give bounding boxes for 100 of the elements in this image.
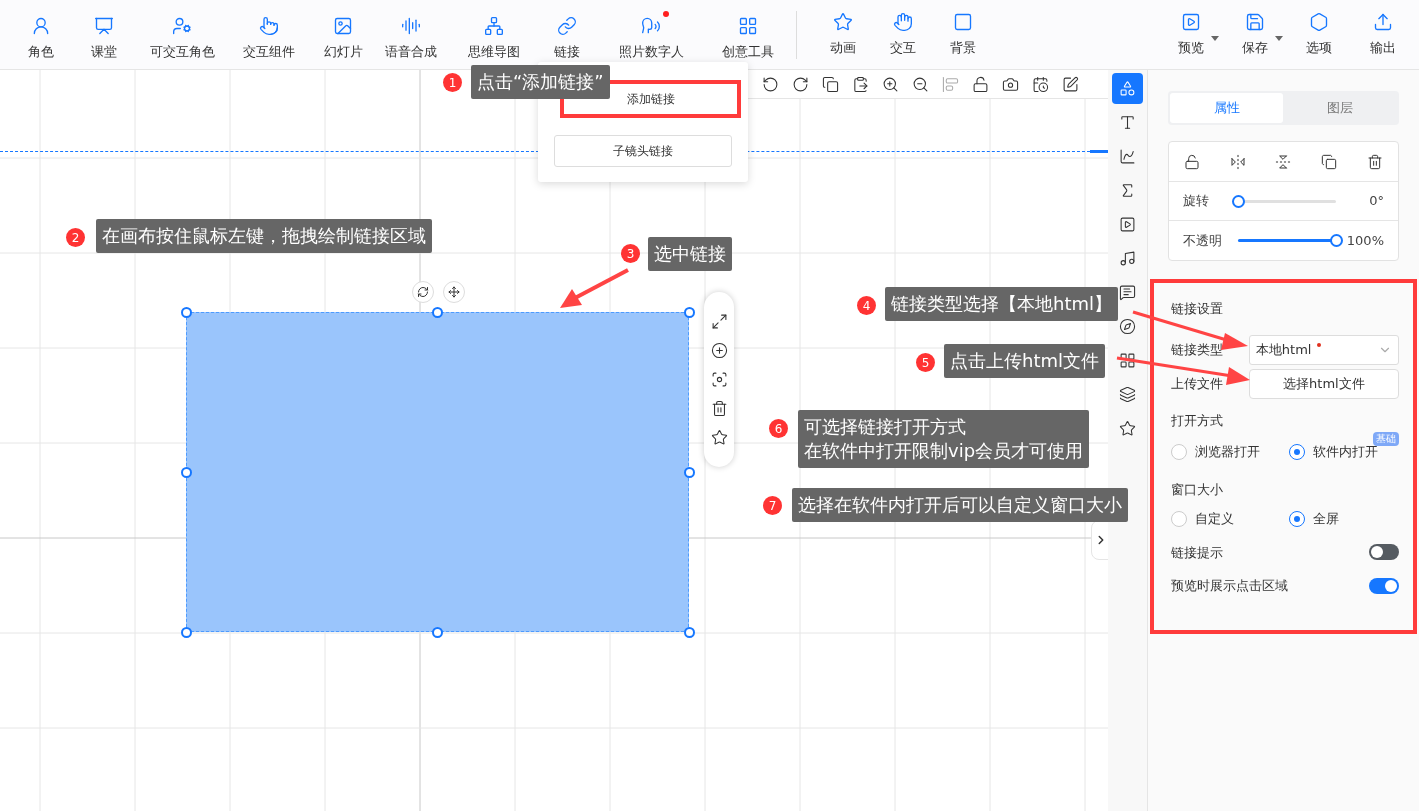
edit-icon[interactable] [1062, 75, 1079, 93]
camera-icon[interactable] [1002, 75, 1019, 93]
delete-icon[interactable] [710, 400, 728, 417]
toolbar-button[interactable]: 思维导图 [440, 7, 548, 62]
menu-item[interactable]: 子镜头链接 [554, 135, 732, 167]
resize-handle[interactable] [684, 467, 695, 478]
radio-button[interactable] [1288, 443, 1305, 460]
radio-button[interactable] [1170, 443, 1187, 460]
slider-value: 100% [1346, 231, 1384, 250]
resize-handle[interactable] [432, 307, 443, 318]
toolbar-button[interactable]: 课堂 [78, 7, 130, 62]
caret-icon [1211, 35, 1219, 41]
image-icon [333, 15, 353, 36]
choose-file-button[interactable]: 选择html文件 [1248, 368, 1399, 399]
widgets-icon [1118, 352, 1136, 369]
toolbar-button[interactable]: 保存 [1223, 11, 1287, 58]
mind-map-icon [484, 15, 504, 36]
rotate-left-icon[interactable] [762, 75, 779, 93]
toolbar-button[interactable]: 语音合成 [382, 7, 440, 62]
slider-label: 旋转 [1182, 192, 1210, 211]
resize-handle[interactable] [684, 627, 695, 638]
radio-label: 全屏 [1312, 510, 1339, 528]
toggle-label: 链接提示 [1170, 543, 1223, 562]
copy-icon[interactable] [822, 75, 839, 93]
radio-label: 自定义 [1194, 510, 1234, 528]
flip-horizontal-icon[interactable] [1229, 153, 1246, 170]
slider-label: 不透明 [1182, 231, 1223, 250]
field-label: 窗口大小 [1170, 480, 1224, 499]
focus-icon[interactable] [710, 371, 728, 388]
unlock-icon[interactable] [972, 75, 989, 93]
audio-wave-icon [401, 15, 421, 36]
callout-text: 在软件中打开限制vip会员才可使用 [804, 439, 1084, 463]
schedule-icon[interactable] [1032, 75, 1049, 93]
field-label: 上传文件 [1170, 374, 1224, 393]
rotate-handle[interactable] [412, 281, 434, 303]
toolbar-button[interactable]: 预览 [1159, 11, 1223, 58]
panel-tab[interactable]: 图层 [1283, 93, 1397, 123]
unlock-icon[interactable] [1183, 153, 1200, 170]
radio-button[interactable] [1170, 510, 1187, 527]
flip-vertical-icon[interactable] [1275, 153, 1292, 170]
field-label: 打开方式 [1170, 411, 1224, 430]
toolbar-button[interactable]: 角色 [4, 7, 78, 62]
move-handle[interactable] [443, 281, 465, 303]
resize-handle[interactable] [181, 307, 192, 318]
toolbar-button[interactable]: 交互组件 [234, 7, 304, 62]
toolbar-button[interactable]: 照片数字人 [586, 7, 716, 62]
upload-icon [1373, 11, 1393, 32]
toolbar-button[interactable]: 幻灯片 [304, 7, 382, 62]
toolbar-button[interactable]: 背景 [933, 11, 993, 58]
collapse-tab[interactable] [1091, 520, 1108, 560]
speaking-head-icon [641, 15, 661, 36]
resize-handle[interactable] [181, 627, 192, 638]
caret-icon [1275, 35, 1283, 41]
callout-text: 可选择链接打开方式 [804, 415, 967, 439]
star-icon[interactable] [710, 429, 728, 446]
callout-text: 在画布按住鼠标左键，拖拽绘制链接区域 [102, 224, 426, 248]
radio-label: 软件内打开 [1312, 443, 1378, 461]
copy-icon[interactable] [1321, 153, 1338, 170]
save-icon [1245, 11, 1265, 32]
add-icon[interactable] [710, 342, 728, 359]
zoom-out-icon[interactable] [912, 75, 929, 93]
grid-icon [738, 15, 758, 36]
callout-text: 链接类型选择【本地html】 [891, 292, 1112, 316]
toolbar-button[interactable]: 动画 [813, 11, 873, 58]
rotate-right-icon[interactable] [792, 75, 809, 93]
resize-handle[interactable] [432, 627, 443, 638]
resize-handle[interactable] [181, 467, 192, 478]
section-title: 链接设置 [1170, 300, 1224, 318]
toolbar-button[interactable]: 可交互角色 [130, 7, 234, 62]
callout-text: 选中链接 [654, 242, 726, 266]
music-icon [1118, 250, 1136, 267]
resize-handle[interactable] [684, 307, 695, 318]
delete-icon[interactable] [1367, 153, 1384, 170]
text-icon [1118, 114, 1136, 131]
hand-icon [893, 11, 913, 32]
guide-handle[interactable] [1090, 150, 1108, 153]
toolbar-button[interactable]: 选项 [1287, 11, 1351, 58]
zoom-in-icon[interactable] [882, 75, 899, 93]
callout-text: 点击上传html文件 [950, 349, 1099, 373]
toggle-switch[interactable] [1369, 577, 1399, 594]
tier-badge: 基础 [1373, 432, 1399, 446]
toolbar-button[interactable]: 输出 [1351, 11, 1415, 58]
play-icon [1181, 11, 1201, 32]
chart-icon [1118, 148, 1136, 165]
video-icon [1118, 216, 1136, 233]
toolbar-button[interactable]: 交互 [873, 11, 933, 58]
link-type-select[interactable]: 本地html [1248, 334, 1399, 365]
radio-button[interactable] [1288, 510, 1305, 527]
pointer-hand-icon [259, 15, 279, 36]
link-icon [557, 15, 577, 36]
panel-tab[interactable]: 属性 [1169, 93, 1284, 123]
paste-icon[interactable] [852, 75, 869, 93]
toolbar-button[interactable]: 链接 [548, 7, 586, 62]
toggle-switch[interactable] [1369, 544, 1399, 561]
shapes-icon [1118, 80, 1136, 97]
toolbar-button[interactable]: 创意工具 [716, 7, 780, 62]
whiteboard-icon [94, 15, 114, 36]
radio-label: 浏览器打开 [1194, 443, 1260, 461]
expand-icon[interactable] [710, 313, 728, 330]
person-gear-icon [172, 15, 192, 36]
